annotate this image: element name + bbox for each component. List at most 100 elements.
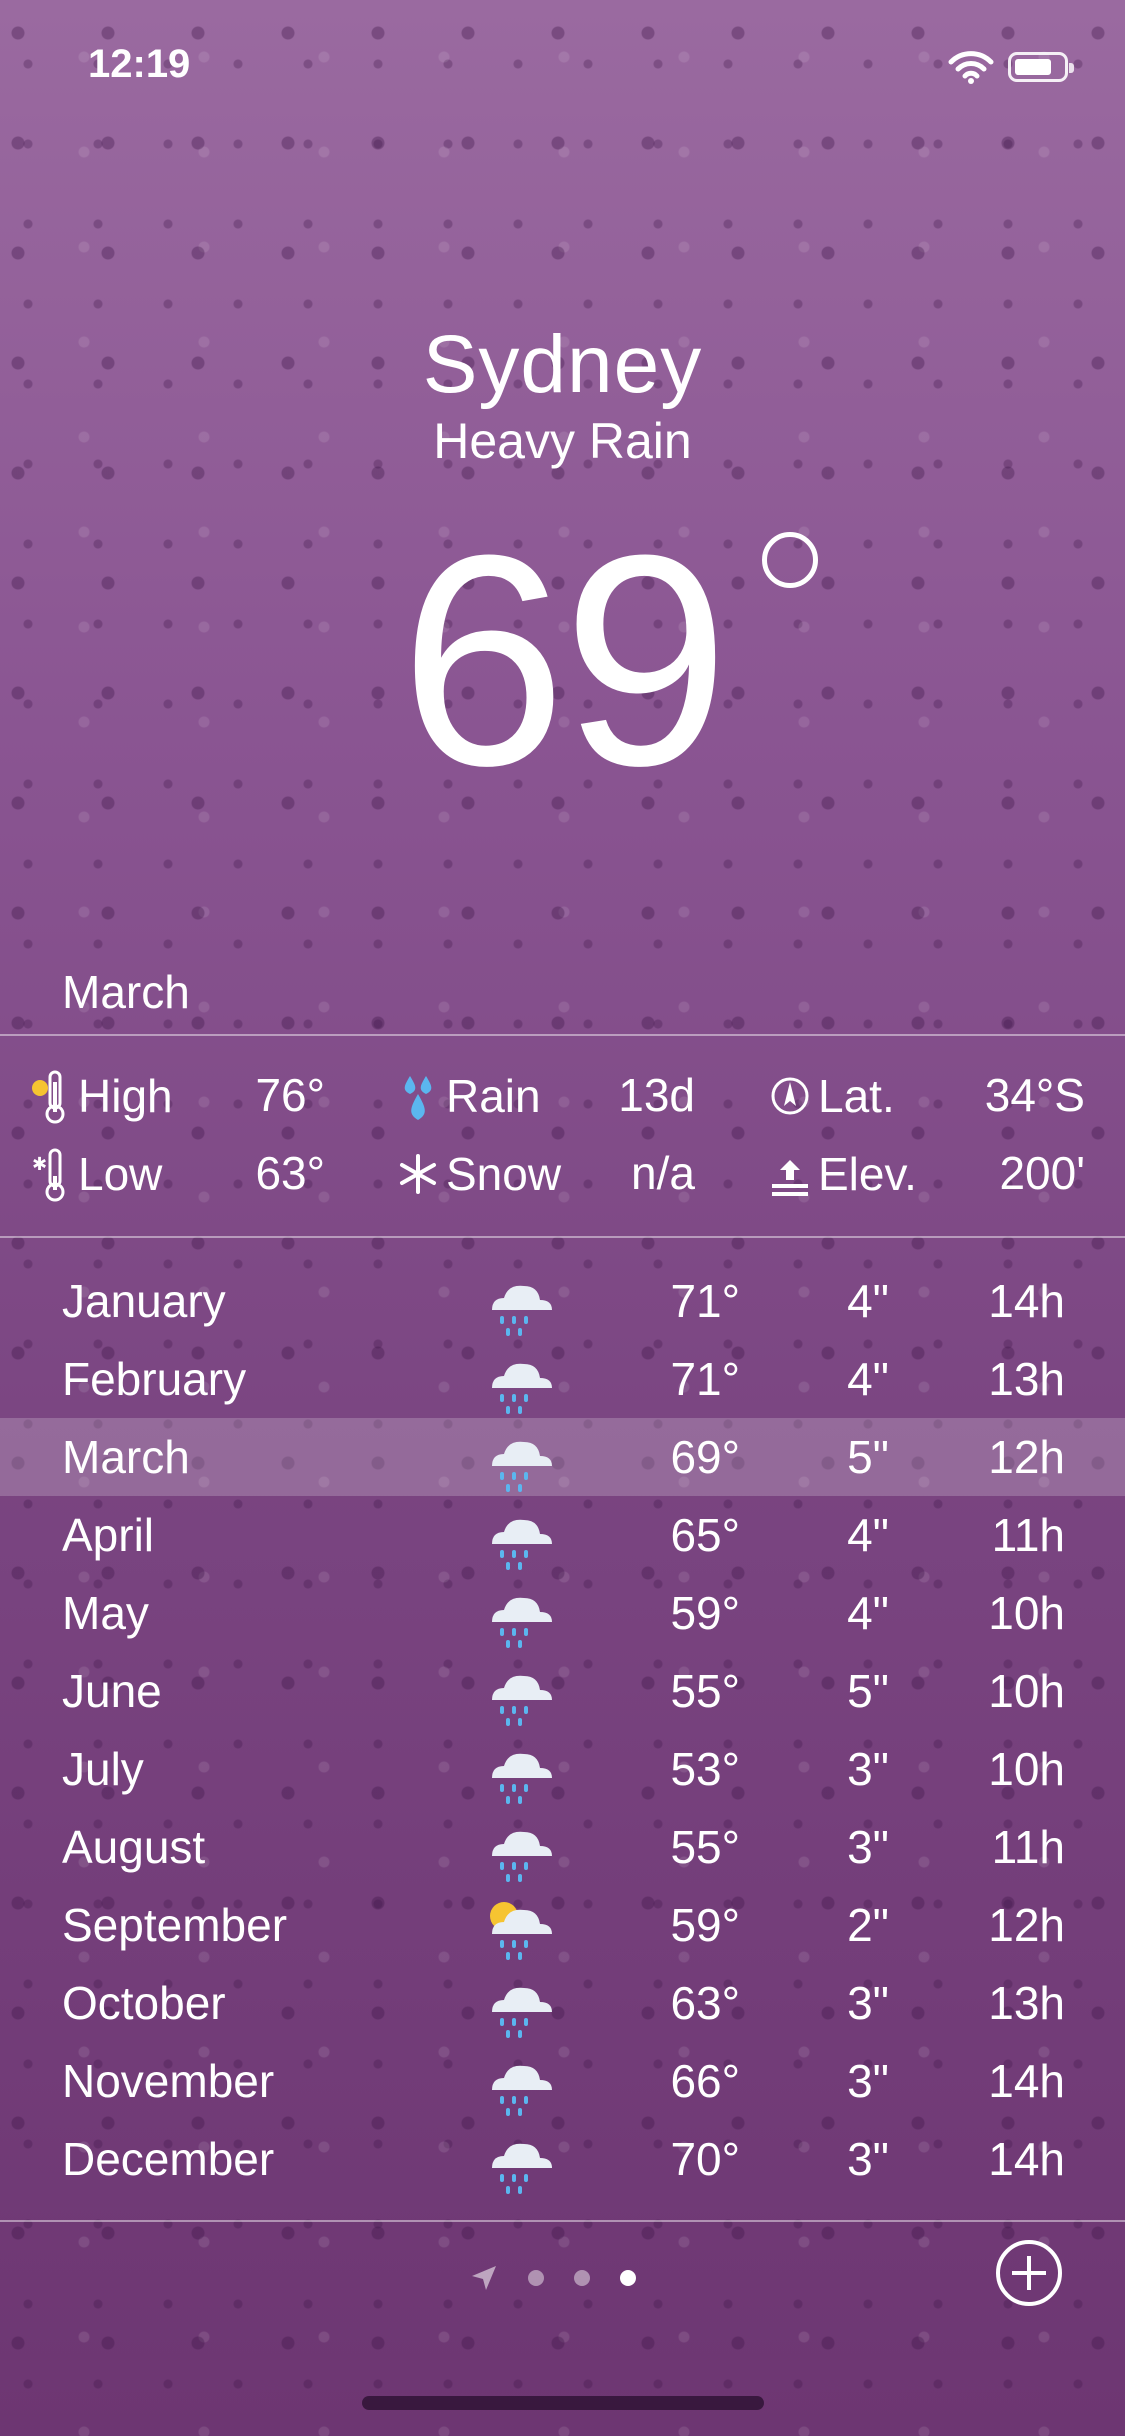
month-daylight: 11h xyxy=(991,1821,1065,1873)
bottom-toolbar xyxy=(0,2226,1125,2326)
snowflake-icon xyxy=(400,1154,436,1194)
stat-rain-label: Rain xyxy=(446,1070,541,1122)
month-daylight: 14h xyxy=(988,1275,1065,1327)
rain-cloud-icon xyxy=(492,1987,552,2038)
month-row-january[interactable]: January 71° 4" 14h xyxy=(0,1262,1125,1340)
month-daylight: 10h xyxy=(988,1665,1065,1717)
monthly-averages-list: January 71° 4" 14h February 71° 4" 13h March 69° 5… xyxy=(0,1262,1125,2198)
month-avg-temp: 69° xyxy=(670,1431,740,1483)
stat-rain: Rain xyxy=(398,1068,541,1124)
status-time: 12:19 xyxy=(88,42,191,86)
stat-snow-value: n/a xyxy=(631,1147,695,1199)
degree-symbol xyxy=(762,532,818,588)
page-dot[interactable] xyxy=(574,2270,590,2286)
month-row-september[interactable]: September 59° 2" 12h xyxy=(0,1886,1125,1964)
month-row-february[interactable]: February 71° 4" 13h xyxy=(0,1340,1125,1418)
rain-cloud-icon xyxy=(492,1831,552,1882)
month-name: April xyxy=(62,1509,155,1561)
month-avg-temp: 70° xyxy=(670,2133,740,2185)
month-name: February xyxy=(62,1353,247,1405)
month-daylight: 13h xyxy=(988,1353,1065,1405)
month-rainfall: 3" xyxy=(847,1743,889,1795)
month-name: January xyxy=(62,1275,226,1327)
stat-lat-value: 34°S xyxy=(984,1069,1085,1121)
current-temperature: 69 xyxy=(399,492,730,828)
rain-cloud-icon xyxy=(492,1519,552,1570)
stat-lat: Lat. xyxy=(770,1068,895,1124)
divider xyxy=(0,1034,1125,1036)
stat-elev: Elev. xyxy=(770,1146,917,1202)
month-daylight: 14h xyxy=(988,2133,1065,2185)
rain-cloud-icon xyxy=(492,1753,552,1804)
month-row-december[interactable]: December 70° 3" 14h xyxy=(0,2120,1125,2198)
status-bar: 12:19 xyxy=(0,0,1125,140)
rain-cloud-icon xyxy=(492,1675,552,1726)
month-row-june[interactable]: June 55° 5" 10h xyxy=(0,1652,1125,1730)
page-dot[interactable] xyxy=(528,2270,544,2286)
month-row-march[interactable]: March 69° 5" 12h xyxy=(0,1418,1125,1496)
month-name: October xyxy=(62,1977,226,2029)
compass-icon xyxy=(771,1077,809,1115)
stat-rain-value: 13d xyxy=(618,1069,695,1121)
month-rainfall: 5" xyxy=(847,1665,889,1717)
stat-snow: Snow xyxy=(398,1146,561,1202)
month-row-october[interactable]: October 63° 3" 13h xyxy=(0,1964,1125,2042)
month-rainfall: 2" xyxy=(847,1899,889,1951)
month-avg-temp: 63° xyxy=(670,1977,740,2029)
month-rainfall: 3" xyxy=(847,2055,889,2107)
stat-low-value: 63° xyxy=(255,1147,325,1199)
month-daylight: 12h xyxy=(988,1899,1065,1951)
home-indicator[interactable] xyxy=(362,2396,764,2410)
month-row-august[interactable]: August 55° 3" 11h xyxy=(0,1808,1125,1886)
month-row-may[interactable]: May 59° 4" 10h xyxy=(0,1574,1125,1652)
stat-high-value: 76° xyxy=(255,1069,325,1121)
rain-cloud-icon xyxy=(492,2065,552,2116)
month-avg-temp: 66° xyxy=(670,2055,740,2107)
rain-cloud-icon xyxy=(492,1285,552,1336)
location-arrow-icon xyxy=(472,2266,496,2290)
month-row-july[interactable]: July 53° 3" 10h xyxy=(0,1730,1125,1808)
raindrops-icon xyxy=(404,1076,432,1120)
month-rainfall: 3" xyxy=(847,1977,889,2029)
divider xyxy=(0,1236,1125,1238)
stat-snow-label: Snow xyxy=(446,1148,562,1200)
wifi-icon xyxy=(948,51,994,84)
svg-text:✱: ✱ xyxy=(32,1154,47,1174)
month-daylight: 14h xyxy=(988,2055,1065,2107)
add-city-button[interactable] xyxy=(996,2240,1062,2306)
month-name: May xyxy=(62,1587,149,1639)
month-daylight: 13h xyxy=(988,1977,1065,2029)
month-stats: High 76° ✱ Low 63° Rain 13d Snow n/a Lat… xyxy=(0,1068,1125,1218)
month-rainfall: 4" xyxy=(847,1353,889,1405)
thermometer-low-icon: ✱ xyxy=(32,1148,65,1202)
rain-cloud-icon xyxy=(492,2143,552,2194)
month-rainfall: 4" xyxy=(847,1587,889,1639)
stat-high: High xyxy=(30,1068,173,1124)
thermometer-high-icon xyxy=(32,1070,65,1124)
month-avg-temp: 71° xyxy=(670,1353,740,1405)
month-avg-temp: 53° xyxy=(670,1743,740,1795)
divider xyxy=(0,2220,1125,2222)
rain-cloud-icon xyxy=(492,1363,552,1414)
month-rainfall: 4" xyxy=(847,1275,889,1327)
month-name: July xyxy=(62,1743,144,1795)
month-name: November xyxy=(62,2055,275,2107)
stat-elev-value: 200' xyxy=(999,1147,1085,1199)
rain-cloud-icon xyxy=(492,1597,552,1648)
stat-elev-label: Elev. xyxy=(818,1148,917,1200)
month-name: March xyxy=(62,1431,190,1483)
page-dot-active[interactable] xyxy=(620,2270,636,2286)
battery-icon xyxy=(1008,52,1074,82)
month-row-november[interactable]: November 66° 3" 14h xyxy=(0,2042,1125,2120)
stat-low: ✱ Low xyxy=(30,1146,162,1202)
selected-month-title: March xyxy=(62,966,190,1018)
month-rainfall: 4" xyxy=(847,1509,889,1561)
month-daylight: 11h xyxy=(991,1509,1065,1561)
month-name: September xyxy=(62,1899,288,1951)
month-avg-temp: 65° xyxy=(670,1509,740,1561)
month-row-april[interactable]: April 65° 4" 11h xyxy=(0,1496,1125,1574)
month-avg-temp: 55° xyxy=(670,1821,740,1873)
month-avg-temp: 59° xyxy=(670,1899,740,1951)
page-indicator[interactable] xyxy=(470,2264,636,2292)
month-name: June xyxy=(62,1665,162,1717)
